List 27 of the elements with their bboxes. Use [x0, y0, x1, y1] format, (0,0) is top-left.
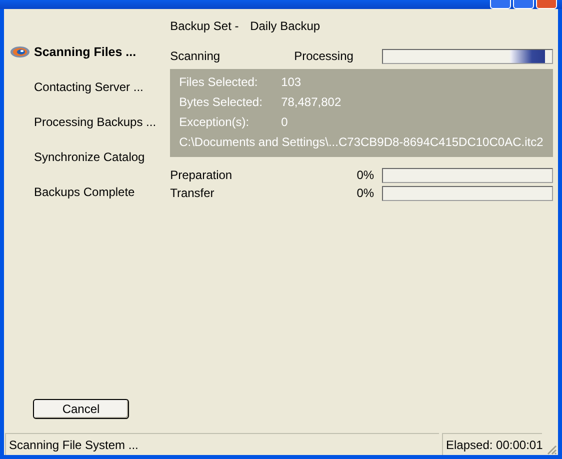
step-label: Scanning Files ... — [34, 45, 136, 59]
resize-grip-icon[interactable] — [545, 443, 557, 455]
percent-value: 0% — [356, 168, 376, 182]
maximize-button[interactable] — [513, 0, 534, 9]
file-path: C:\Documents and Settings\...C73CB9D8-8694C415DC10C0AC.itc2 — [179, 135, 544, 149]
elapsed-time: Elapsed: 00:00:01 — [442, 433, 542, 455]
phase-label: Preparation — [170, 168, 234, 182]
detail-label: Files Selected: — [179, 75, 259, 89]
phase-label: Scanning — [170, 49, 222, 63]
minimize-button[interactable] — [490, 0, 511, 9]
detail-label: Bytes Selected: — [179, 95, 264, 109]
step-label: Contacting Server ... — [34, 80, 144, 94]
detail-value: 0 — [281, 115, 288, 129]
detail-label: Exception(s): — [179, 115, 250, 129]
close-button[interactable] — [536, 0, 557, 9]
detail-value: 78,487,802 — [281, 95, 342, 109]
step-label: Processing Backups ... — [34, 115, 156, 129]
step-label: Synchronize Catalog — [34, 150, 145, 164]
step-label: Backups Complete — [34, 185, 135, 199]
percent-value: 0% — [356, 186, 376, 200]
detail-value: 103 — [281, 75, 302, 89]
status-message: Scanning File System ... — [5, 433, 439, 455]
cancel-button[interactable]: Cancel — [33, 399, 129, 419]
backup-set-name: Daily Backup — [250, 19, 320, 33]
phase-label: Transfer — [170, 186, 216, 200]
backup-set-label: Backup Set - — [170, 19, 240, 33]
phase-status: Processing — [294, 49, 354, 63]
